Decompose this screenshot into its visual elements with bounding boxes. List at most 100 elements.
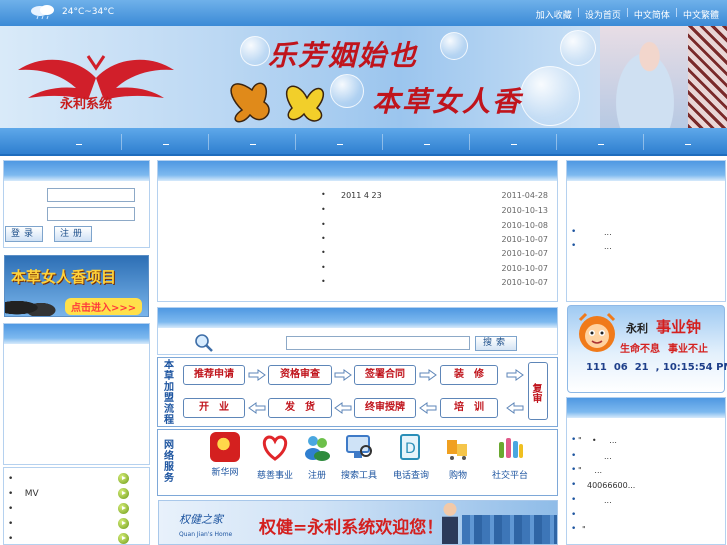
promo-banner[interactable]: 本草女人香项目 点击进入>>> bbox=[4, 255, 149, 317]
shopping-icon bbox=[447, 440, 467, 460]
brand-name-en: Quan Jian's Home bbox=[179, 531, 233, 538]
panel-header bbox=[4, 324, 149, 344]
news-item[interactable]: • 2010-10-07 bbox=[160, 234, 552, 248]
list-item[interactable]: " ... bbox=[578, 466, 602, 475]
news-item[interactable]: • 2010-10-13 bbox=[160, 205, 552, 219]
flow-step: 终审授牌 bbox=[354, 398, 416, 418]
list-bullet: • bbox=[571, 480, 577, 490]
list-item[interactable]: " bbox=[582, 525, 586, 534]
service-register[interactable]: 注册 bbox=[295, 432, 339, 481]
service-search-tool[interactable]: 搜索工具 bbox=[337, 432, 381, 481]
arrow-right-icon[interactable] bbox=[118, 473, 129, 484]
list-item[interactable]: " • ... bbox=[578, 436, 617, 445]
arrow-right-icon[interactable] bbox=[118, 533, 129, 544]
list-item[interactable]: • bbox=[8, 504, 13, 514]
list-item[interactable]: • MV bbox=[8, 489, 39, 499]
list-bullet: • bbox=[571, 524, 577, 534]
panel-header bbox=[158, 161, 557, 181]
left-info-panel bbox=[3, 323, 150, 465]
banner-slogan-line1: 乐芳姻始也 bbox=[268, 39, 419, 72]
person-image bbox=[442, 503, 458, 544]
news-item[interactable]: • 2010-10-07 bbox=[160, 277, 552, 291]
list-item[interactable]: • bbox=[8, 534, 13, 544]
butterflies-icon bbox=[230, 82, 324, 123]
city-skyline-image bbox=[462, 515, 557, 544]
flow-step-review: 复审 bbox=[528, 362, 548, 420]
password-input[interactable] bbox=[47, 207, 135, 221]
promo-enter-button[interactable]: 点击进入>>> bbox=[65, 298, 143, 315]
header-banner: 永利系统 乐芳姻始也 本草女人香 bbox=[0, 26, 727, 128]
nav-item[interactable] bbox=[558, 134, 644, 150]
nav-item[interactable] bbox=[210, 134, 296, 150]
cloud-rain-icon bbox=[31, 5, 54, 20]
list-bullet: • bbox=[571, 227, 577, 237]
computer-search-icon bbox=[346, 435, 372, 458]
welcome-slogan: 权健=永利系统欢迎您！ bbox=[259, 518, 444, 538]
welcome-banner[interactable]: 权健之家 Quan Jian's Home 权健=永利系统欢迎您！ bbox=[158, 500, 558, 545]
bubble-decoration bbox=[520, 66, 580, 126]
service-shopping[interactable]: 购物 bbox=[436, 432, 480, 481]
register-button[interactable]: 注册 bbox=[54, 226, 92, 242]
list-item[interactable]: • bbox=[8, 519, 13, 529]
service-phone-lookup[interactable]: D 电话查询 bbox=[389, 432, 433, 481]
bottles-icon bbox=[499, 438, 523, 458]
list-item[interactable]: • bbox=[8, 474, 13, 484]
banner-slogan-line2: 本草女人香 bbox=[372, 85, 523, 118]
service-xinhua[interactable]: 新华网 bbox=[203, 432, 247, 478]
nav-item[interactable] bbox=[297, 134, 383, 150]
list-item[interactable]: ... bbox=[604, 242, 612, 251]
news-item[interactable]: • 2011 4 23 2011-04-28 bbox=[160, 190, 552, 204]
arrow-right-icon[interactable] bbox=[118, 518, 129, 529]
news-item[interactable]: • 2010-10-08 bbox=[160, 220, 552, 234]
login-button[interactable]: 登录 bbox=[5, 226, 43, 242]
list-item[interactable]: ... bbox=[604, 452, 612, 461]
arrow-right-icon[interactable] bbox=[118, 488, 129, 499]
news-item[interactable]: • 2010-10-07 bbox=[160, 248, 552, 262]
temperature: 24°C~34°C bbox=[62, 7, 115, 17]
arrow-right-icon bbox=[506, 369, 524, 381]
panel-header bbox=[4, 161, 149, 181]
magnifier-icon bbox=[195, 334, 213, 352]
service-charity[interactable]: 慈善事业 bbox=[253, 432, 297, 481]
clock-motto-1: 生命不息 bbox=[620, 344, 660, 355]
list-bullet: • bbox=[571, 451, 577, 461]
flow-step: 推荐申请 bbox=[183, 365, 245, 385]
simplified-chinese-link[interactable]: 中文简体 bbox=[634, 8, 670, 21]
list-item[interactable]: 40066600... bbox=[587, 481, 635, 490]
add-favorite-link[interactable]: 加入收藏 bbox=[536, 8, 572, 21]
search-input[interactable] bbox=[286, 336, 470, 350]
bubble-decoration bbox=[330, 74, 364, 108]
nav-item[interactable] bbox=[123, 134, 209, 150]
service-social[interactable]: 社交平台 bbox=[488, 432, 532, 481]
arrow-left-icon bbox=[248, 402, 266, 414]
nav-item[interactable] bbox=[36, 134, 122, 150]
nav-item[interactable] bbox=[645, 134, 727, 150]
nav-item[interactable] bbox=[471, 134, 557, 150]
main-nav bbox=[0, 128, 727, 156]
username-input[interactable] bbox=[47, 188, 135, 202]
flow-step: 资格审查 bbox=[268, 365, 332, 385]
xinhua-icon bbox=[210, 432, 240, 462]
nav-item[interactable] bbox=[384, 134, 470, 150]
list-bullet: • bbox=[571, 435, 577, 445]
brand-name: 权健之家 bbox=[179, 513, 223, 526]
list-item[interactable]: ... bbox=[604, 228, 612, 237]
traditional-chinese-link[interactable]: 中文繁體 bbox=[683, 8, 719, 21]
arrow-right-icon bbox=[334, 369, 352, 381]
news-item[interactable]: • 2010-10-07 bbox=[160, 263, 552, 277]
set-homepage-link[interactable]: 设为首页 bbox=[585, 8, 621, 21]
top-bar: 24°C~34°C 加入收藏 | 设为首页 | 中文简体 | 中文繁體 bbox=[0, 0, 727, 26]
services-label: 网络服务 bbox=[164, 440, 174, 484]
arrow-right-icon[interactable] bbox=[118, 503, 129, 514]
clock-datetime: 111 06 21 , 10:15:54 PM bbox=[586, 362, 727, 373]
arrow-right-icon bbox=[419, 369, 437, 381]
flow-step: 签署合同 bbox=[354, 365, 416, 385]
bubble-decoration bbox=[560, 30, 596, 66]
clock-motto-2: 事业不止 bbox=[668, 344, 708, 355]
search-button[interactable]: 搜索 bbox=[475, 336, 517, 351]
panel-header bbox=[567, 398, 725, 418]
panel-header bbox=[158, 308, 557, 328]
stones-image bbox=[5, 292, 65, 316]
right-top-panel bbox=[566, 160, 726, 302]
list-item[interactable]: ... bbox=[604, 496, 612, 505]
